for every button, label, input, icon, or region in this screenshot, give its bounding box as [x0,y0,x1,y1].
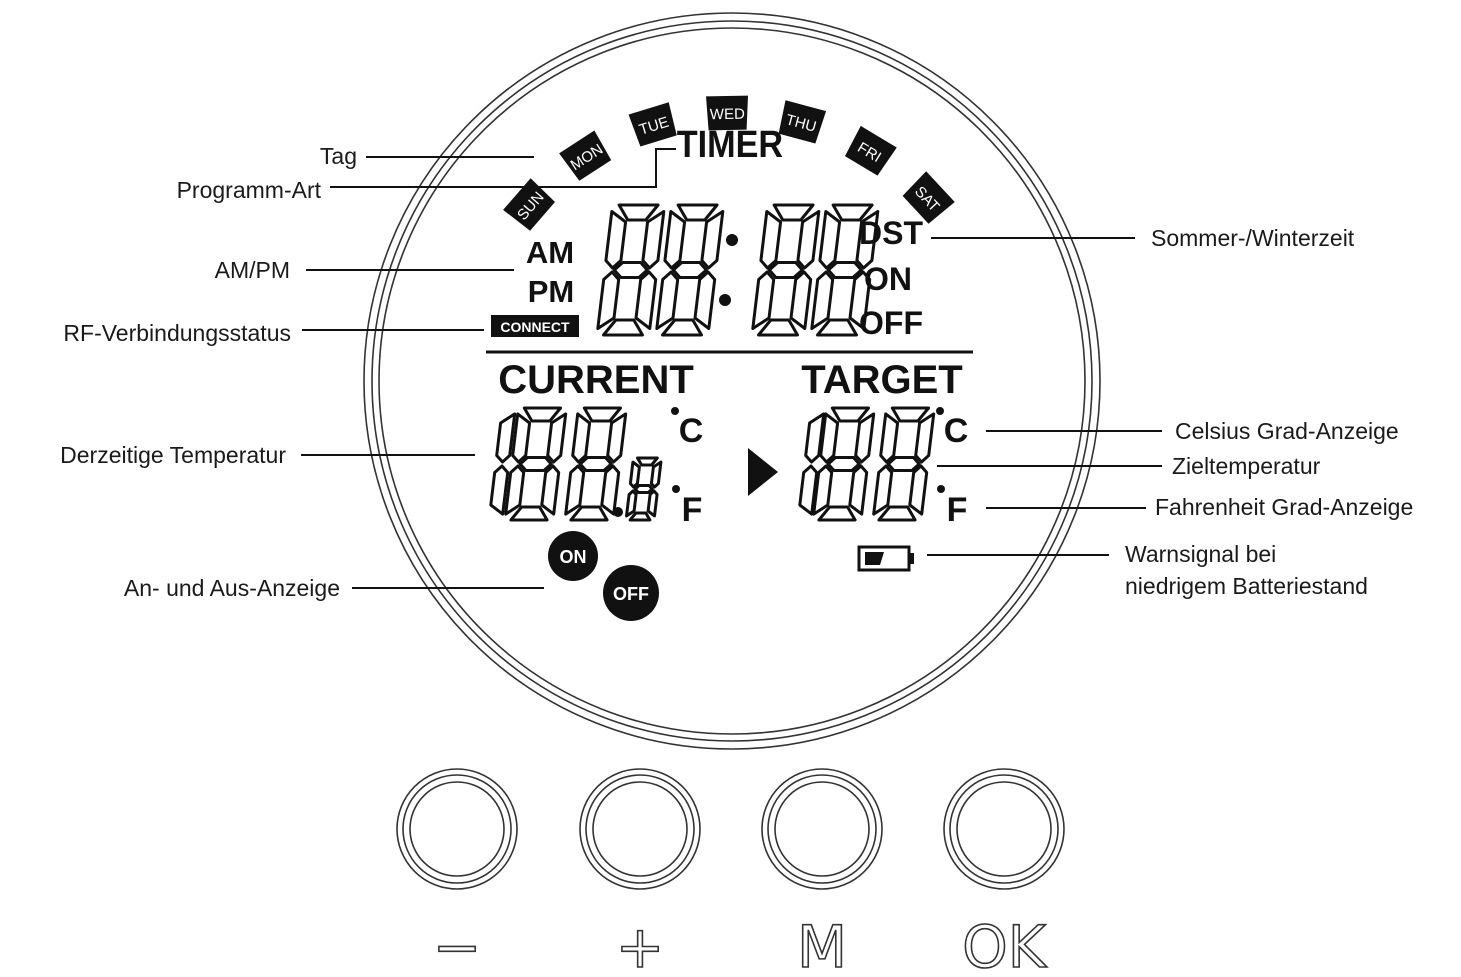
target-temp-digit-1 [798,412,826,516]
callout-tag: Tag [320,143,357,169]
clock-digits [596,203,880,337]
temperature-digits [489,406,936,522]
callout-battery-line1: Warnsignal bei [1125,541,1276,567]
target-arrow-icon [748,448,778,496]
on-badge: ON [548,531,598,581]
minus-button[interactable]: − [396,768,518,977]
ok-button-label: OK [962,913,1048,977]
minus-button-label: − [433,913,482,977]
current-celsius-unit: C [679,412,704,450]
day-tue: TUE [628,102,677,147]
clock-digit-3 [751,203,821,337]
current-temp-digit-1 [489,412,517,516]
callout-fahrenheit: Fahrenheit Grad-Anzeige [1155,494,1413,520]
target-temp-digit-3 [872,406,936,522]
day-fri: FRI [844,125,897,176]
dst-on-indicator: ON [864,261,912,297]
dst-indicator: DST [859,215,923,251]
day-label: WED [710,106,745,124]
callout-programm-art: Programm-Art [177,177,322,203]
target-celsius-unit: C [944,412,969,450]
current-temp-digit-3 [564,406,628,522]
clock-digit-2 [655,203,725,337]
on-badge-text: ON [560,547,587,567]
plus-button[interactable]: + [579,768,701,977]
clock-digit-1 [596,203,666,337]
callout-am-pm: AM/PM [215,257,290,283]
callout-rf-status: RF-Verbindungsstatus [63,320,291,346]
dst-off-indicator: OFF [859,305,923,341]
callout-celsius: Celsius Grad-Anzeige [1175,418,1399,444]
pm-indicator: PM [528,274,575,309]
current-fahrenheit-unit: F [682,491,703,529]
target-fahrenheit-unit: F [947,491,968,529]
ok-button[interactable]: OK [943,768,1065,977]
callout-on-off: An- und Aus-Anzeige [124,575,340,601]
timer-indicator: TIMER [677,122,783,165]
callout-lines [301,148,1162,589]
day-thu: THU [778,100,827,144]
callout-target-temp: Zieltemperatur [1172,453,1321,479]
mode-button[interactable]: M [761,768,883,977]
mode-button-label: M [797,913,847,977]
lcd-diagram: SUNMONTUE WED THUFRISAT TIMER AM PM CONNEC… [60,12,1413,977]
callout-battery-line2: niedrigem Batteriestand [1125,573,1368,599]
clock-colon [719,234,738,306]
battery-low-icon [857,545,914,572]
connect-text: CONNECT [500,319,570,335]
am-indicator: AM [526,235,574,270]
callout-summer-winter: Sommer-/Winterzeit [1151,225,1355,251]
button-row: − + M OK [396,768,1065,977]
callout-current-temp: Derzeitige Temperatur [60,442,286,468]
current-temp-decimal-point [613,507,623,517]
connect-indicator: CONNECT [491,315,579,337]
off-badge: OFF [603,565,659,621]
plus-button-label: + [616,913,665,977]
day-mon: MON [559,130,612,181]
off-badge-text: OFF [613,584,649,604]
target-label: TARGET [801,358,962,402]
current-label: CURRENT [498,358,694,402]
current-temp-decimal-digit [625,456,663,522]
